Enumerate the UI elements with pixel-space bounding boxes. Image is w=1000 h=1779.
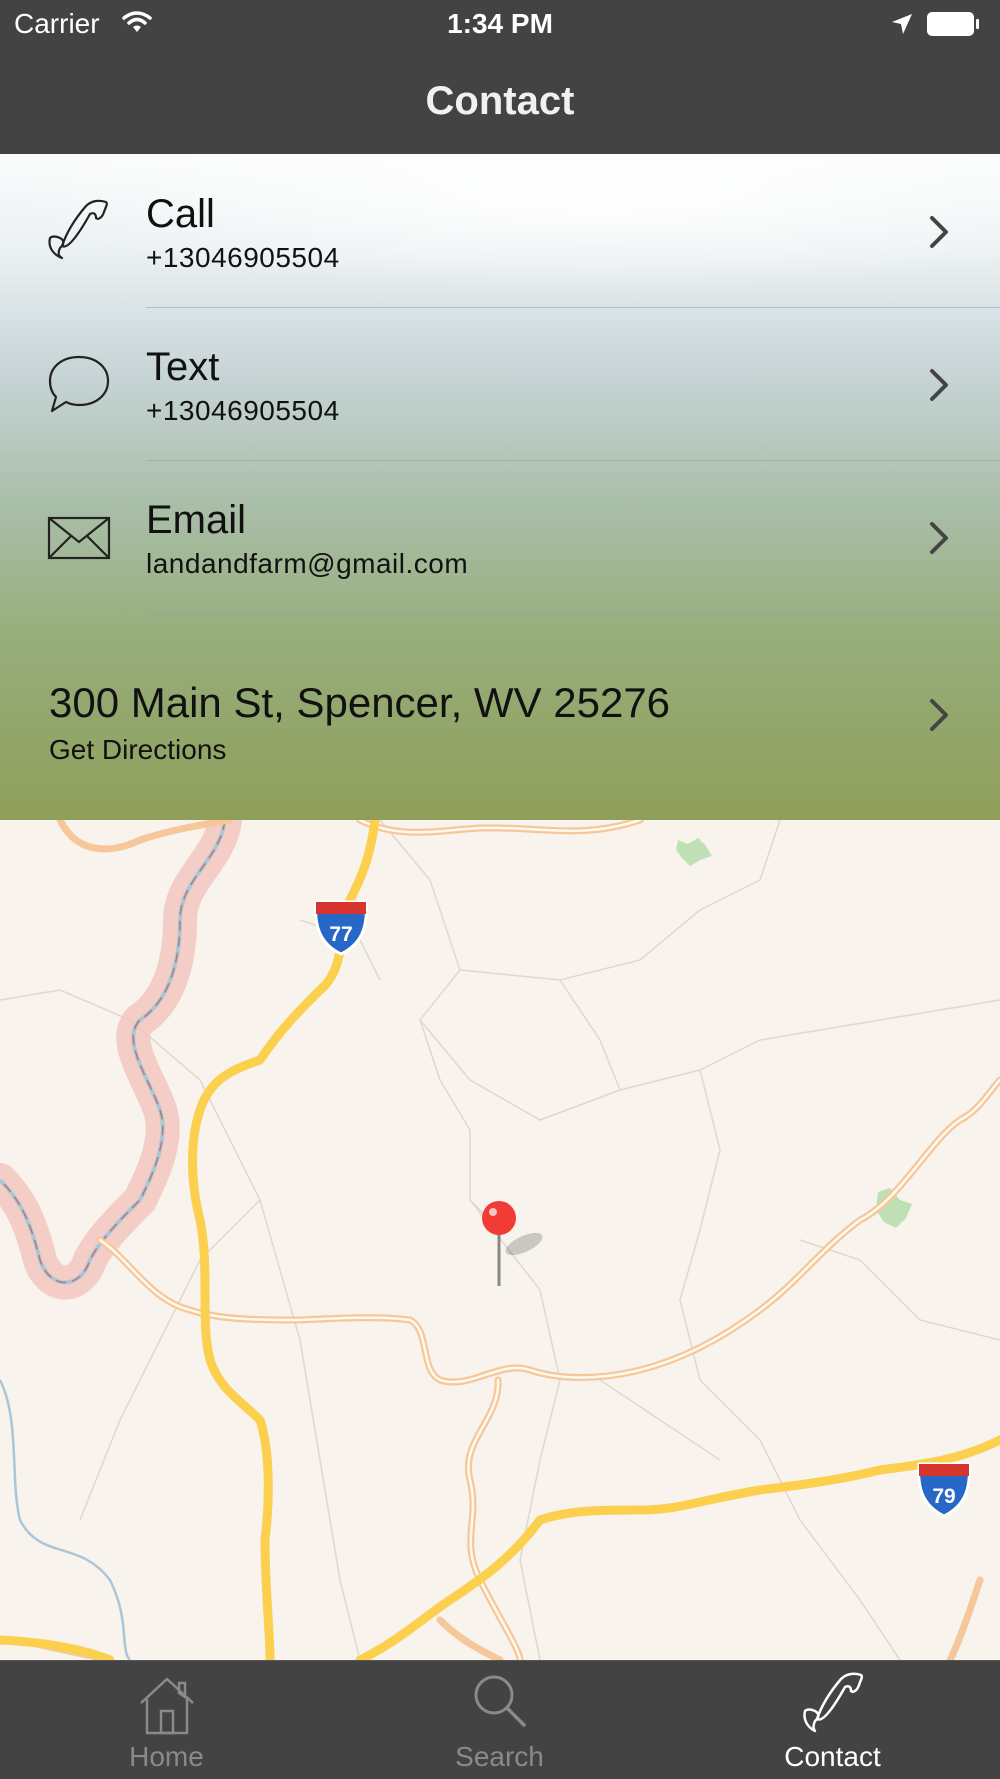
call-number: +13046905504: [146, 242, 340, 273]
text-number: +13046905504: [146, 395, 340, 426]
speech-bubble-icon: [48, 355, 110, 413]
tab-search[interactable]: Search: [333, 1661, 666, 1779]
shield-label: 77: [329, 923, 352, 946]
chevron-right-icon: [930, 699, 948, 731]
location-pin[interactable]: [482, 1201, 546, 1286]
park-area: [676, 838, 712, 866]
chevron-right-icon: [930, 522, 948, 554]
map-view[interactable]: 77 79: [0, 820, 1000, 1660]
clock: 1:34 PM: [447, 8, 553, 39]
call-title: Call: [146, 192, 215, 236]
phone-icon: [48, 199, 108, 260]
tab-home[interactable]: Home: [0, 1661, 333, 1779]
map-canvas: 77 79: [0, 820, 1000, 1660]
tab-label: Search: [455, 1741, 544, 1772]
magnifier-icon: [474, 1675, 526, 1727]
tab-label: Home: [129, 1741, 204, 1772]
chevron-right-icon: [930, 216, 948, 248]
interstate-77-shield: 77: [314, 900, 368, 956]
email-address: landandfarm@gmail.com: [146, 548, 469, 579]
envelope-icon: [47, 516, 111, 560]
text-title: Text: [146, 345, 220, 389]
shield-label: 79: [932, 1485, 955, 1508]
email-title: Email: [146, 498, 247, 542]
house-icon: [139, 1677, 194, 1735]
navigation-bar: Contact: [0, 52, 1000, 154]
location-arrow-icon: [892, 14, 912, 34]
get-directions-label: Get Directions: [49, 734, 227, 765]
text-row[interactable]: Text +13046905504: [0, 307, 1000, 460]
address-row[interactable]: 300 Main St, Spencer, WV 25276 Get Direc…: [0, 613, 1000, 820]
page-title: Contact: [425, 79, 575, 123]
contact-panel: Call +13046905504 Text +13046905504 Emai…: [0, 154, 1000, 820]
tab-bar: Home Search Contact: [0, 1660, 1000, 1779]
interstate-79-shield: 79: [917, 1462, 971, 1518]
call-row[interactable]: Call +13046905504: [0, 154, 1000, 307]
status-bar: Carrier 1:34 PM: [0, 0, 1000, 52]
chevron-right-icon: [930, 369, 948, 401]
tab-label: Contact: [784, 1741, 881, 1772]
address-text: 300 Main St, Spencer, WV 25276: [49, 679, 671, 726]
email-row[interactable]: Email landandfarm@gmail.com: [0, 460, 1000, 613]
battery-icon: [927, 12, 979, 36]
tab-contact[interactable]: Contact: [666, 1661, 999, 1779]
phone-icon: [802, 1672, 863, 1733]
